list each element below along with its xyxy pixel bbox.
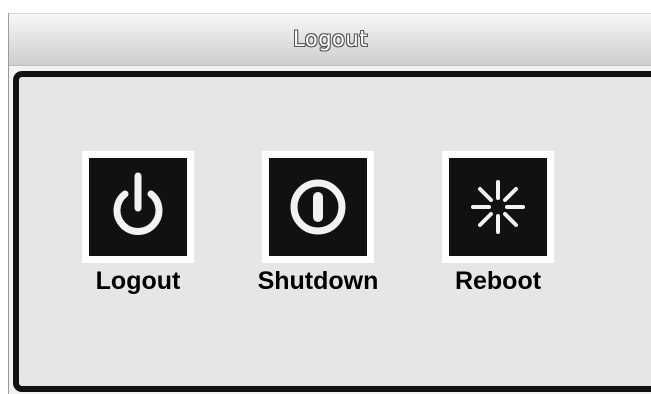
logout-option[interactable]: Logout: [73, 151, 203, 301]
reboot-label[interactable]: Reboot: [433, 267, 563, 296]
shutdown-option[interactable]: Shutdown: [253, 151, 383, 301]
reboot-icon[interactable]: [449, 158, 547, 256]
shutdown-icon-frame[interactable]: [262, 151, 374, 263]
reboot-icon-glyph: [471, 180, 525, 234]
power-icon[interactable]: [89, 158, 187, 256]
title-bar: Logout: [9, 13, 651, 66]
logout-icon-frame[interactable]: [82, 151, 194, 263]
power-icon-glyph: [113, 172, 163, 235]
reboot-option[interactable]: Reboot: [433, 151, 563, 301]
dialog-title: Logout: [293, 27, 368, 51]
logout-dialog: Logout Logout Shutdown Reboot: [8, 13, 651, 394]
shutdown-label[interactable]: Shutdown: [253, 267, 383, 296]
shutdown-icon[interactable]: [269, 158, 367, 256]
options-panel: Logout Shutdown Reboot: [13, 71, 651, 392]
logout-label[interactable]: Logout: [73, 267, 203, 296]
reboot-icon-frame[interactable]: [442, 151, 554, 263]
shutdown-icon-glyph: [290, 179, 346, 235]
